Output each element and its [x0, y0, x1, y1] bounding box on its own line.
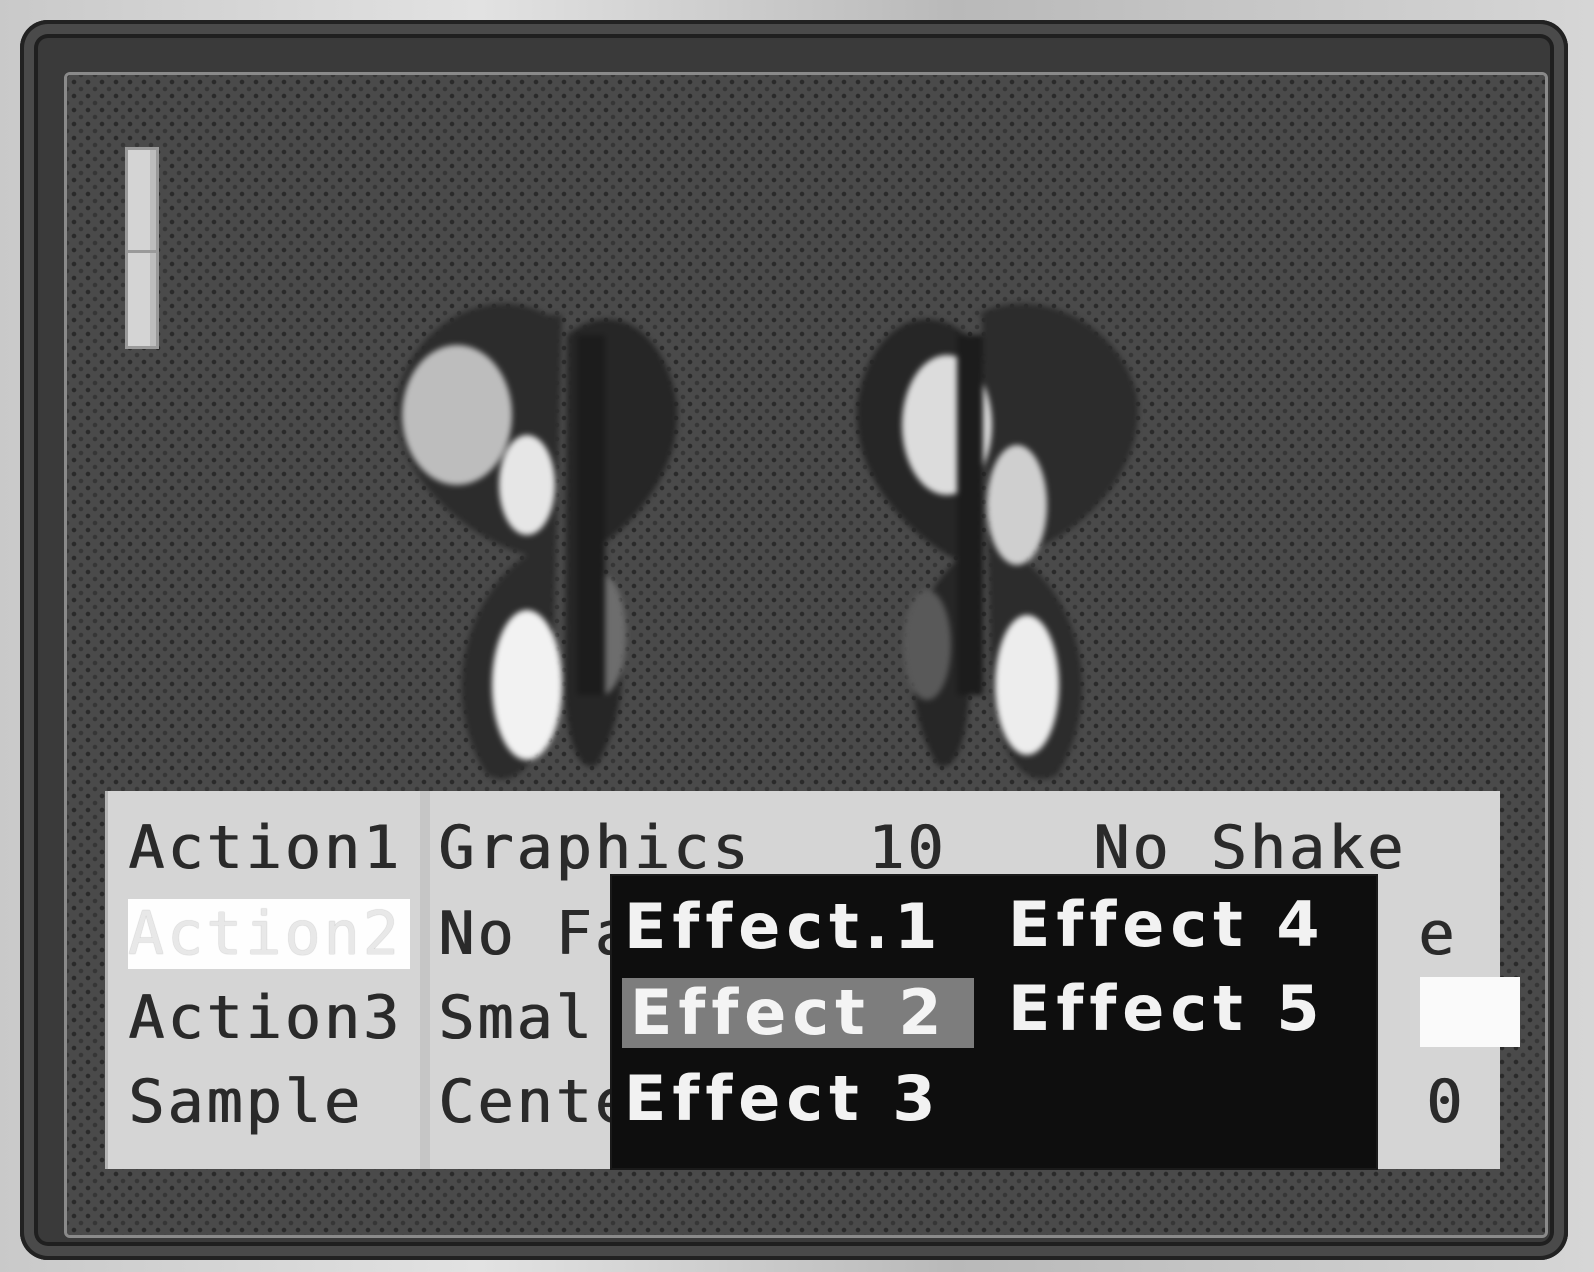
effect-option-3[interactable]: Effect 3 [616, 1064, 949, 1134]
menu-item-action1[interactable]: Action1 [128, 813, 402, 883]
effect-option-1[interactable]: Effect.1 [616, 892, 951, 962]
shake-setting: No Shake [1093, 813, 1406, 883]
menu-item-action2[interactable]: Action2 [128, 899, 410, 969]
setting-row2-tail: e [1418, 899, 1458, 969]
butterfly-sprite-right [856, 303, 1139, 779]
setting-row4-tail: 0 [1426, 1067, 1466, 1137]
graphics-value: 10 [868, 813, 947, 883]
butterfly-sprite-left [396, 303, 678, 779]
menu-item-sample[interactable]: Sample [128, 1067, 363, 1137]
effects-popup: Effect.1 Effect 2 Effect 3 Effect 4 Effe… [612, 876, 1376, 1168]
graphics-label: Graphics [438, 813, 751, 883]
effect-option-2[interactable]: Effect 2 [622, 978, 974, 1048]
power-gauge [125, 147, 159, 349]
menu-item-action3[interactable]: Action3 [128, 983, 402, 1053]
setting-row4-text: Cente [438, 1067, 634, 1137]
effect-option-4[interactable]: Effect 4 [1000, 890, 1333, 960]
setting-row3-text: Smal [438, 983, 595, 1053]
effect-option-5[interactable]: Effect 5 [1000, 974, 1333, 1044]
setting-row3-swatch [1420, 977, 1520, 1047]
setting-row2-text: No Fa [438, 899, 634, 969]
menu-column-divider [420, 791, 430, 1169]
gauge-divider [128, 250, 156, 253]
